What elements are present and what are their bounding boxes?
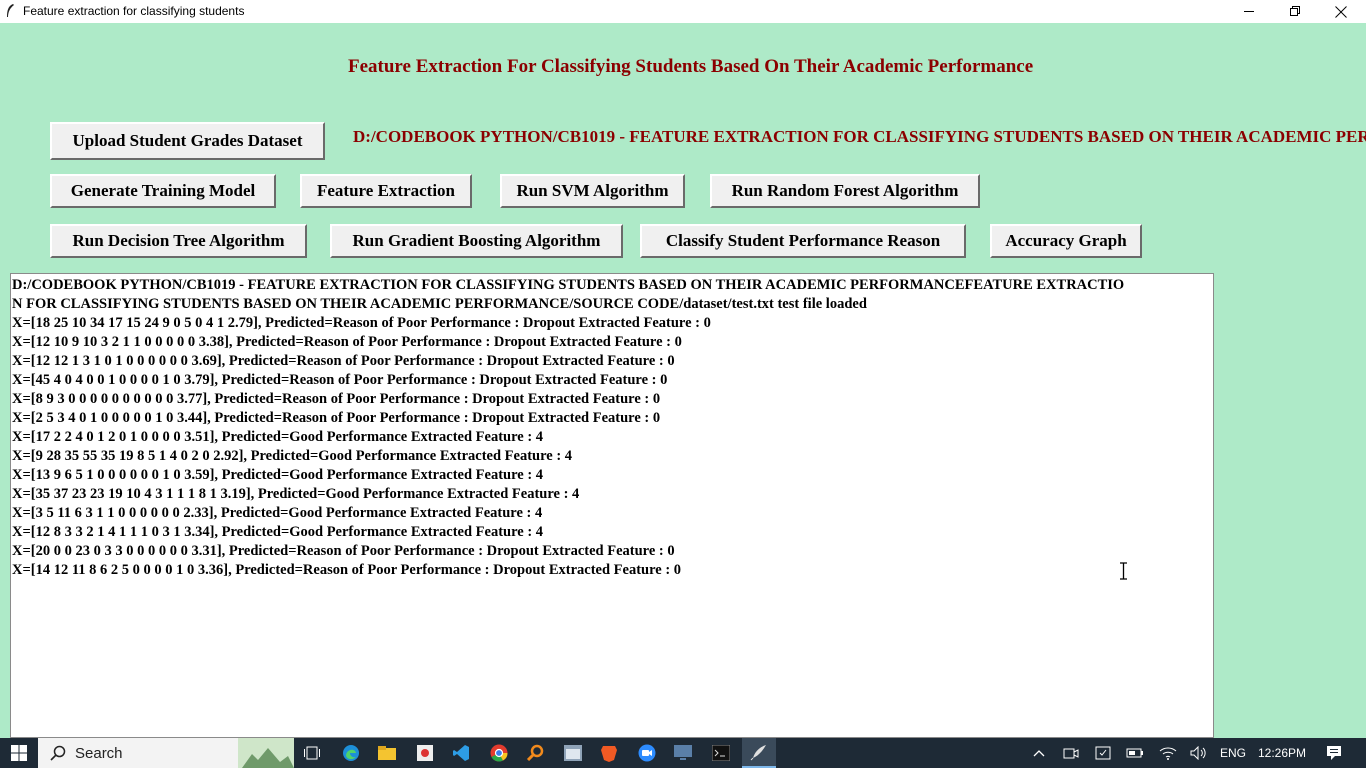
taskbar-file-explorer[interactable] bbox=[374, 738, 400, 768]
upload-dataset-button[interactable]: Upload Student Grades Dataset bbox=[50, 122, 325, 160]
window-app-icon bbox=[564, 745, 582, 761]
notification-icon bbox=[1327, 746, 1341, 760]
tray-battery-button[interactable] bbox=[1124, 738, 1146, 768]
window-title: Feature extraction for classifying stude… bbox=[23, 4, 245, 18]
task-view-icon bbox=[304, 746, 320, 760]
feature-extraction-button[interactable]: Feature Extraction bbox=[300, 174, 472, 208]
windows-logo-icon bbox=[11, 745, 27, 761]
minimize-icon bbox=[1243, 11, 1254, 12]
console-line: X=[12 8 3 3 2 1 4 1 1 1 0 3 1 3.34], Pre… bbox=[12, 524, 544, 540]
vscode-icon bbox=[453, 745, 469, 761]
app-icon bbox=[417, 745, 433, 761]
notification-button[interactable] bbox=[1320, 738, 1348, 768]
tray-meet-button[interactable] bbox=[1060, 738, 1082, 768]
taskbar-brave[interactable] bbox=[596, 738, 622, 768]
start-button[interactable] bbox=[0, 738, 38, 768]
task-view-button[interactable] bbox=[298, 738, 326, 768]
tray-wifi-button[interactable] bbox=[1156, 738, 1180, 768]
monitor-app-icon bbox=[674, 745, 692, 760]
run-decision-tree-button[interactable]: Run Decision Tree Algorithm bbox=[50, 224, 307, 258]
run-random-forest-button[interactable]: Run Random Forest Algorithm bbox=[710, 174, 980, 208]
console-line: X=[3 5 11 6 3 1 1 0 0 0 0 0 0 2.33], Pre… bbox=[12, 505, 543, 521]
console-line: X=[45 4 0 4 0 0 1 0 0 0 0 1 0 3.79], Pre… bbox=[12, 372, 668, 388]
camera-icon bbox=[1063, 748, 1079, 759]
terminal-icon bbox=[712, 745, 730, 761]
console-line: D:/CODEBOOK PYTHON/CB1019 - FEATURE EXTR… bbox=[12, 277, 1125, 293]
feather-icon bbox=[7, 4, 14, 17]
run-gradient-boosting-button[interactable]: Run Gradient Boosting Algorithm bbox=[330, 224, 623, 258]
classify-reason-button[interactable]: Classify Student Performance Reason bbox=[640, 224, 966, 258]
taskbar-python-active[interactable] bbox=[742, 738, 776, 768]
dataset-path-label: D:/CODEBOOK PYTHON/CB1019 - FEATURE EXTR… bbox=[353, 127, 1366, 146]
chrome-icon bbox=[490, 744, 508, 762]
taskbar: Search ENG 12:26PM bbox=[0, 738, 1366, 768]
console-line: N FOR CLASSIFYING STUDENTS BASED ON THEI… bbox=[12, 296, 867, 312]
console-line: X=[2 5 3 4 0 1 0 0 0 0 0 1 0 3.44], Pred… bbox=[12, 410, 661, 426]
console-line: X=[9 28 35 55 35 19 8 5 1 4 0 2 0 2.92],… bbox=[12, 448, 573, 464]
console-line: X=[12 12 1 3 1 0 1 0 0 0 0 0 0 3.69], Pr… bbox=[12, 353, 675, 369]
tray-volume-button[interactable] bbox=[1188, 738, 1210, 768]
taskbar-remote-app[interactable] bbox=[670, 738, 696, 768]
console-line: X=[12 10 9 10 3 2 1 1 0 0 0 0 0 3.38], P… bbox=[12, 334, 682, 350]
console-line: X=[13 9 6 5 1 0 0 0 0 0 0 1 0 3.59], Pre… bbox=[12, 467, 544, 483]
zoom-icon bbox=[638, 744, 656, 762]
security-icon bbox=[1095, 746, 1111, 760]
minimize-button[interactable] bbox=[1226, 0, 1272, 23]
taskbar-search[interactable]: Search bbox=[38, 738, 294, 768]
search-icon bbox=[50, 745, 66, 761]
run-svm-button[interactable]: Run SVM Algorithm bbox=[500, 174, 685, 208]
search-label: Search bbox=[75, 744, 123, 762]
tray-security-button[interactable] bbox=[1092, 738, 1114, 768]
battery-icon bbox=[1126, 748, 1143, 758]
console-line: X=[35 37 23 23 19 10 4 3 1 1 1 8 1 3.19]… bbox=[12, 486, 580, 502]
search-highlight-icon bbox=[238, 738, 294, 768]
close-icon bbox=[1335, 5, 1347, 18]
tray-clock[interactable]: 12:26PM bbox=[1252, 738, 1312, 768]
tray-language[interactable]: ENG bbox=[1216, 738, 1250, 768]
text-cursor-icon bbox=[1120, 562, 1127, 580]
console-line: X=[20 0 0 23 0 3 3 0 0 0 0 0 0 3.31], Pr… bbox=[12, 543, 675, 559]
window-titlebar: Feature extraction for classifying stude… bbox=[0, 0, 1366, 23]
taskbar-search-app[interactable] bbox=[522, 738, 548, 768]
accuracy-graph-button[interactable]: Accuracy Graph bbox=[990, 224, 1142, 258]
taskbar-edge[interactable] bbox=[338, 738, 364, 768]
taskbar-zoom[interactable] bbox=[634, 738, 660, 768]
magnifier-icon bbox=[526, 744, 544, 762]
console-line: X=[8 9 3 0 0 0 0 0 0 0 0 0 0 3.77], Pred… bbox=[12, 391, 661, 407]
brave-icon bbox=[601, 746, 617, 762]
wifi-icon bbox=[1159, 747, 1177, 760]
taskbar-chrome[interactable] bbox=[486, 738, 512, 768]
generate-model-button[interactable]: Generate Training Model bbox=[50, 174, 276, 208]
taskbar-vscode[interactable] bbox=[448, 738, 474, 768]
restore-button[interactable] bbox=[1272, 0, 1318, 23]
console-line: X=[14 12 11 8 6 2 5 0 0 0 0 1 0 3.36], P… bbox=[12, 562, 682, 578]
tray-overflow-button[interactable] bbox=[1028, 738, 1050, 768]
page-title: Feature Extraction For Classifying Stude… bbox=[348, 56, 1034, 77]
console-line: X=[18 25 10 34 17 15 24 9 0 5 0 4 1 2.79… bbox=[12, 315, 711, 331]
taskbar-app-red[interactable] bbox=[412, 738, 438, 768]
speaker-icon bbox=[1190, 746, 1206, 760]
restore-icon bbox=[1289, 6, 1300, 16]
output-text-area[interactable]: D:/CODEBOOK PYTHON/CB1019 - FEATURE EXTR… bbox=[10, 273, 1214, 738]
edge-icon bbox=[343, 745, 359, 761]
taskbar-app-window[interactable] bbox=[560, 738, 586, 768]
folder-icon bbox=[378, 746, 396, 760]
python-feather-icon bbox=[750, 745, 766, 761]
taskbar-terminal[interactable] bbox=[708, 738, 734, 768]
console-line: X=[17 2 2 4 0 1 2 0 1 0 0 0 0 3.51], Pre… bbox=[12, 429, 544, 445]
chevron-up-icon bbox=[1033, 750, 1045, 757]
close-button[interactable] bbox=[1318, 0, 1364, 23]
